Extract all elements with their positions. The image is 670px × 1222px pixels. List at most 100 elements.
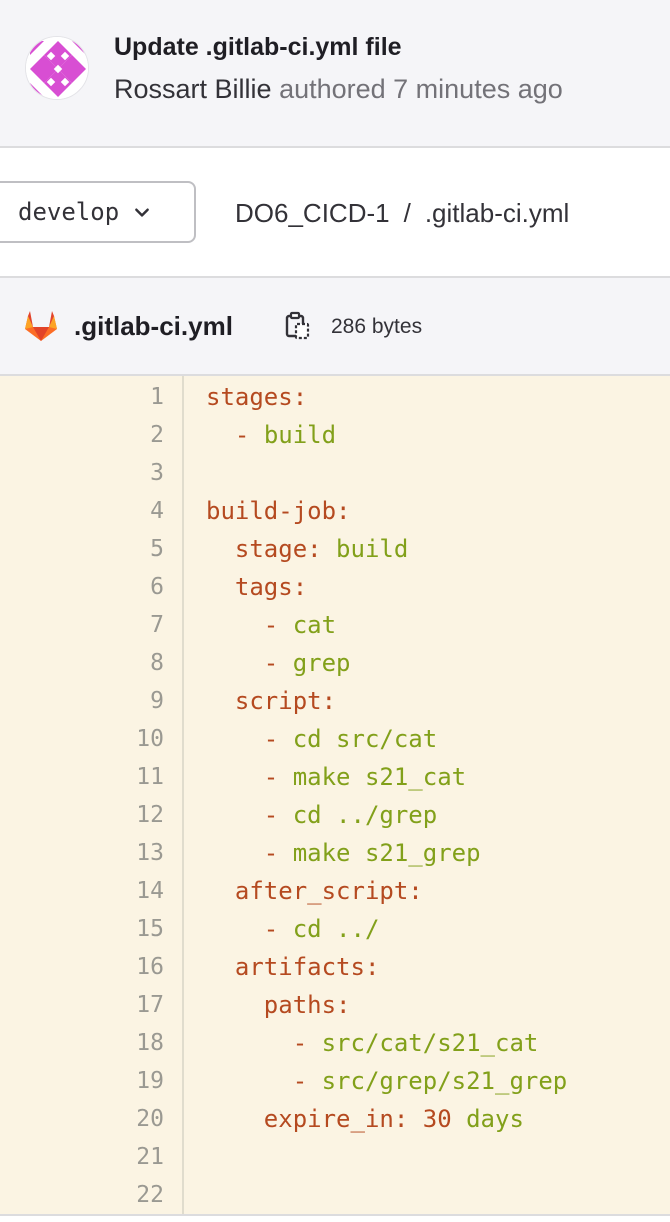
branch-label: develop — [18, 198, 120, 226]
breadcrumb: DO6_CICD-1 / .gitlab-ci.yml — [235, 198, 569, 229]
code-viewer: 1 2 3 4 5 6 7 8 9 10 11 12 13 14 15 16 17 18 19 20 21 22 stag… — [0, 376, 670, 1214]
code-line: expire_in: 30 days — [206, 1100, 524, 1138]
line-number[interactable]: 21 — [84, 1138, 164, 1176]
breadcrumb-file-link[interactable]: .gitlab-ci.yml — [425, 198, 569, 228]
commit-title[interactable]: Update .gitlab-ci.yml file — [114, 33, 402, 62]
list-dash: - — [292, 1067, 322, 1095]
author-avatar[interactable] — [25, 36, 89, 100]
line-number[interactable]: 16 — [84, 948, 164, 986]
yaml-key: expire_in: — [263, 1105, 409, 1133]
breadcrumb-separator: / — [403, 198, 411, 228]
line-number[interactable]: 11 — [84, 758, 164, 796]
line-number[interactable]: 5 — [84, 530, 164, 568]
file-size: 286 bytes — [331, 315, 423, 338]
file-header: .gitlab-ci.yml 286 bytes — [0, 278, 670, 376]
code-line: - src/cat/s21_cat — [206, 1024, 539, 1062]
line-number[interactable]: 13 — [84, 834, 164, 872]
line-number[interactable]: 6 — [84, 568, 164, 606]
line-number[interactable]: 8 — [84, 644, 164, 682]
list-dash: - — [263, 649, 293, 677]
yaml-key: artifacts: — [234, 953, 380, 981]
breadcrumb-project-link[interactable]: DO6_CICD-1 — [235, 198, 390, 228]
line-number[interactable]: 19 — [84, 1062, 164, 1100]
copy-path-icon[interactable] — [284, 311, 312, 341]
code-viewer-bottom-border — [0, 1214, 670, 1222]
yaml-number: 30 — [408, 1105, 452, 1133]
line-number[interactable]: 15 — [84, 910, 164, 948]
code-line: - src/grep/s21_grep — [206, 1062, 568, 1100]
line-number[interactable]: 10 — [84, 720, 164, 758]
line-number[interactable]: 9 — [84, 682, 164, 720]
list-dash: - — [292, 1029, 322, 1057]
list-dash: - — [234, 421, 264, 449]
list-dash: - — [263, 763, 293, 791]
yaml-value: grep — [292, 649, 351, 677]
chevron-down-icon — [135, 208, 150, 217]
list-dash: - — [263, 839, 293, 867]
yaml-key: after_script: — [234, 877, 423, 905]
code-line: - cd ../grep — [206, 796, 437, 834]
code-line: - build — [206, 416, 336, 454]
yaml-value: build — [321, 535, 409, 563]
line-number[interactable]: 7 — [84, 606, 164, 644]
line-number[interactable]: 12 — [84, 796, 164, 834]
yaml-value: src/cat/s21_cat — [321, 1029, 539, 1057]
line-number[interactable]: 18 — [84, 1024, 164, 1062]
commit-author[interactable]: Rossart Billie — [114, 74, 272, 104]
yaml-value: cat — [292, 611, 337, 639]
code-line: script: — [206, 682, 336, 720]
branch-selector-button[interactable]: develop — [0, 181, 196, 243]
code-line: - make s21_grep — [206, 834, 481, 872]
line-number[interactable]: 4 — [84, 492, 164, 530]
yaml-value: make s21_cat — [292, 763, 467, 791]
code-line: after_script: — [206, 872, 423, 910]
file-navigation-bar: develop DO6_CICD-1 / .gitlab-ci.yml — [0, 148, 670, 278]
code-line: stages: — [206, 378, 307, 416]
yaml-key: build-job: — [206, 497, 351, 525]
yaml-key: paths: — [263, 991, 351, 1019]
line-number[interactable]: 22 — [84, 1176, 164, 1214]
yaml-value: days — [451, 1105, 524, 1133]
code-line: paths: — [206, 986, 351, 1024]
code-line: - grep — [206, 644, 351, 682]
commit-authored-time: authored 7 minutes ago — [279, 74, 563, 104]
line-number[interactable]: 20 — [84, 1100, 164, 1138]
line-number[interactable]: 1 — [84, 378, 164, 416]
yaml-key: tags: — [234, 573, 308, 601]
code-line: tags: — [206, 568, 307, 606]
code-line: artifacts: — [206, 948, 380, 986]
yaml-key: script: — [234, 687, 337, 715]
yaml-value: cd src/cat — [292, 725, 438, 753]
yaml-value: build — [263, 421, 337, 449]
code-line: - cd src/cat — [206, 720, 437, 758]
commit-meta: Rossart Billie authored 7 minutes ago — [114, 74, 563, 105]
code-line: - cat — [206, 606, 336, 644]
line-number[interactable]: 14 — [84, 872, 164, 910]
yaml-key: stages: — [206, 383, 308, 411]
list-dash: - — [263, 725, 293, 753]
avatar-pattern-icon — [26, 37, 88, 99]
line-number[interactable]: 3 — [84, 454, 164, 492]
code-line: build-job: — [206, 492, 351, 530]
commit-header: Update .gitlab-ci.yml file Rossart Billi… — [0, 0, 670, 148]
gitlab-logo-icon — [25, 311, 57, 341]
list-dash: - — [263, 611, 293, 639]
line-number[interactable]: 17 — [84, 986, 164, 1024]
line-number-gutter: 1 2 3 4 5 6 7 8 9 10 11 12 13 14 15 16 17 18 19 20 21 22 — [0, 376, 184, 1214]
line-number[interactable]: 2 — [84, 416, 164, 454]
list-dash: - — [263, 801, 293, 829]
